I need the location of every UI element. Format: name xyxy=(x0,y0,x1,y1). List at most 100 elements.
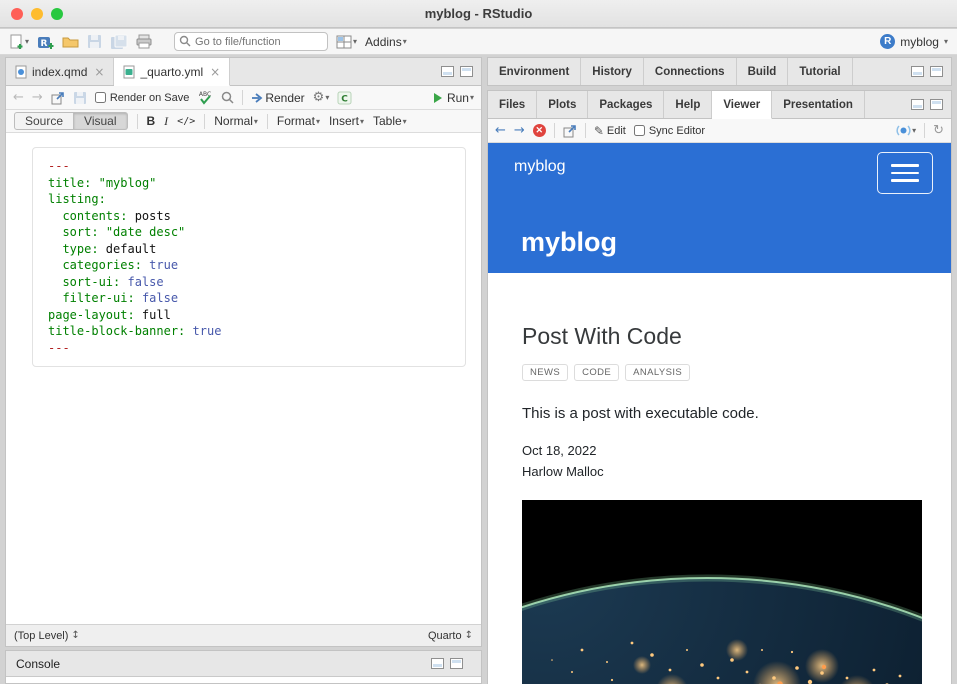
close-tab-icon[interactable]: × xyxy=(210,65,220,79)
maximize-pane-icon[interactable] xyxy=(460,66,473,77)
open-file-button[interactable] xyxy=(62,34,79,49)
tab-label: index.qmd xyxy=(32,65,87,79)
tab-presentation[interactable]: Presentation xyxy=(772,91,865,118)
italic-button[interactable]: I xyxy=(164,114,168,129)
tab-build[interactable]: Build xyxy=(737,58,789,85)
sync-editor-checkbox[interactable]: Sync Editor xyxy=(634,125,705,137)
close-window-button[interactable] xyxy=(11,8,23,20)
zoom-window-button[interactable] xyxy=(51,8,63,20)
save-button[interactable] xyxy=(87,34,102,49)
render-on-save-input[interactable] xyxy=(95,92,106,103)
maximize-pane-icon[interactable] xyxy=(930,66,943,77)
post-tag[interactable]: ANALYSIS xyxy=(625,364,690,381)
filetype-selector[interactable]: Quarto ↕ xyxy=(428,630,473,642)
paragraph-style-dropdown[interactable]: Normal ▾ xyxy=(214,114,258,128)
minimize-window-button[interactable] xyxy=(31,8,43,20)
console-title: Console xyxy=(16,657,60,671)
back-icon[interactable]: ← xyxy=(13,90,24,105)
minimize-pane-icon[interactable] xyxy=(911,66,924,77)
separator xyxy=(554,123,555,138)
main-toolbar: ▾ R ▾ Addins ▾ R myblog ▾ xyxy=(0,29,957,55)
tab-environment[interactable]: Environment xyxy=(488,58,581,85)
project-menu[interactable]: R myblog ▾ xyxy=(880,34,948,49)
hamburger-menu-button[interactable] xyxy=(877,152,933,194)
run-icon xyxy=(434,93,442,103)
back-icon[interactable]: ← xyxy=(495,123,506,138)
yaml-code-block[interactable]: ---title: "myblog"listing: contents: pos… xyxy=(32,147,466,367)
code-button[interactable]: </> xyxy=(177,116,195,127)
print-button[interactable] xyxy=(136,34,152,49)
sync-editor-input[interactable] xyxy=(634,125,645,136)
scope-selector[interactable]: (Top Level) ↕ xyxy=(14,630,80,642)
maximize-pane-icon[interactable] xyxy=(930,99,943,110)
render-options-button[interactable]: ⚙ ▾ xyxy=(313,91,330,104)
bold-button[interactable]: B xyxy=(147,114,156,128)
open-in-window-icon[interactable] xyxy=(51,91,65,105)
scope-label: (Top Level) xyxy=(14,630,68,642)
post-tag[interactable]: NEWS xyxy=(522,364,568,381)
visual-mode-button[interactable]: Visual xyxy=(74,112,127,130)
format-label: Format xyxy=(277,114,315,128)
publish-button[interactable]: ▾ xyxy=(896,123,916,138)
site-header: myblog myblog xyxy=(488,143,951,273)
goto-file-input[interactable] xyxy=(174,32,328,51)
tab-index-qmd[interactable]: index.qmd × xyxy=(6,58,114,85)
post-description: This is a post with executable code. xyxy=(522,405,917,422)
insert-chunk-button[interactable]: C xyxy=(337,91,352,105)
tab-viewer[interactable]: Viewer xyxy=(712,91,772,119)
render-on-save-checkbox[interactable]: Render on Save xyxy=(95,92,190,104)
editor-statusbar: (Top Level) ↕ Quarto ↕ xyxy=(6,624,481,646)
table-menu[interactable]: Table ▾ xyxy=(373,114,407,128)
sync-editor-label: Sync Editor xyxy=(649,125,705,137)
chevron-down-icon: ▾ xyxy=(403,37,407,46)
refresh-icon[interactable]: ↻ xyxy=(933,123,944,138)
files-pane: FilesPlotsPackagesHelpViewerPresentation… xyxy=(487,90,952,684)
open-in-browser-icon[interactable] xyxy=(563,124,577,138)
spellcheck-icon[interactable]: ABC xyxy=(197,90,213,105)
edit-button[interactable]: ✎ Edit xyxy=(594,124,626,138)
pane-layout-button[interactable]: ▾ xyxy=(336,35,357,49)
yml-file-icon xyxy=(123,65,135,79)
insert-menu[interactable]: Insert ▾ xyxy=(329,114,364,128)
tab-help[interactable]: Help xyxy=(664,91,712,118)
minimize-pane-icon[interactable] xyxy=(431,658,444,669)
post-tag[interactable]: CODE xyxy=(574,364,619,381)
hamburger-icon xyxy=(891,164,919,167)
tab-tutorial[interactable]: Tutorial xyxy=(788,58,852,85)
edit-label: Edit xyxy=(607,125,626,137)
format-menu[interactable]: Format ▾ xyxy=(277,114,320,128)
console-pane: Console xyxy=(5,650,482,684)
render-button[interactable]: Render xyxy=(251,91,304,105)
new-file-button[interactable]: ▾ xyxy=(9,34,29,50)
run-button[interactable]: Run ▾ xyxy=(434,91,474,105)
forward-icon[interactable]: → xyxy=(32,90,43,105)
minimize-pane-icon[interactable] xyxy=(441,66,454,77)
code-line: categories: true xyxy=(48,257,453,274)
visual-editor[interactable]: ---title: "myblog"listing: contents: pos… xyxy=(6,133,481,624)
code-line: listing: xyxy=(48,191,453,208)
search-icon xyxy=(179,35,191,47)
project-name: myblog xyxy=(900,35,939,49)
editor-mode-toggle: Source Visual xyxy=(14,112,128,130)
tab-packages[interactable]: Packages xyxy=(588,91,664,118)
addins-menu[interactable]: Addins ▾ xyxy=(365,35,407,49)
tab-plots[interactable]: Plots xyxy=(537,91,588,118)
search-icon[interactable] xyxy=(221,91,234,104)
close-tab-icon[interactable]: × xyxy=(94,65,104,79)
minimize-pane-icon[interactable] xyxy=(911,99,924,110)
open-folder-icon xyxy=(62,34,79,49)
save-icon[interactable] xyxy=(73,91,87,105)
tab-quarto-yml[interactable]: _quarto.yml × xyxy=(114,58,230,86)
tab-history[interactable]: History xyxy=(581,58,644,85)
stop-icon[interactable]: ✕ xyxy=(533,124,546,137)
save-all-button[interactable] xyxy=(110,34,128,50)
tab-files[interactable]: Files xyxy=(488,91,537,118)
print-icon xyxy=(136,34,152,49)
new-project-button[interactable]: R xyxy=(37,34,54,50)
maximize-pane-icon[interactable] xyxy=(450,658,463,669)
forward-icon[interactable]: → xyxy=(514,123,525,138)
run-label: Run xyxy=(447,91,469,105)
tab-connections[interactable]: Connections xyxy=(644,58,737,85)
source-mode-button[interactable]: Source xyxy=(14,112,74,130)
site-nav-title[interactable]: myblog xyxy=(514,158,566,176)
